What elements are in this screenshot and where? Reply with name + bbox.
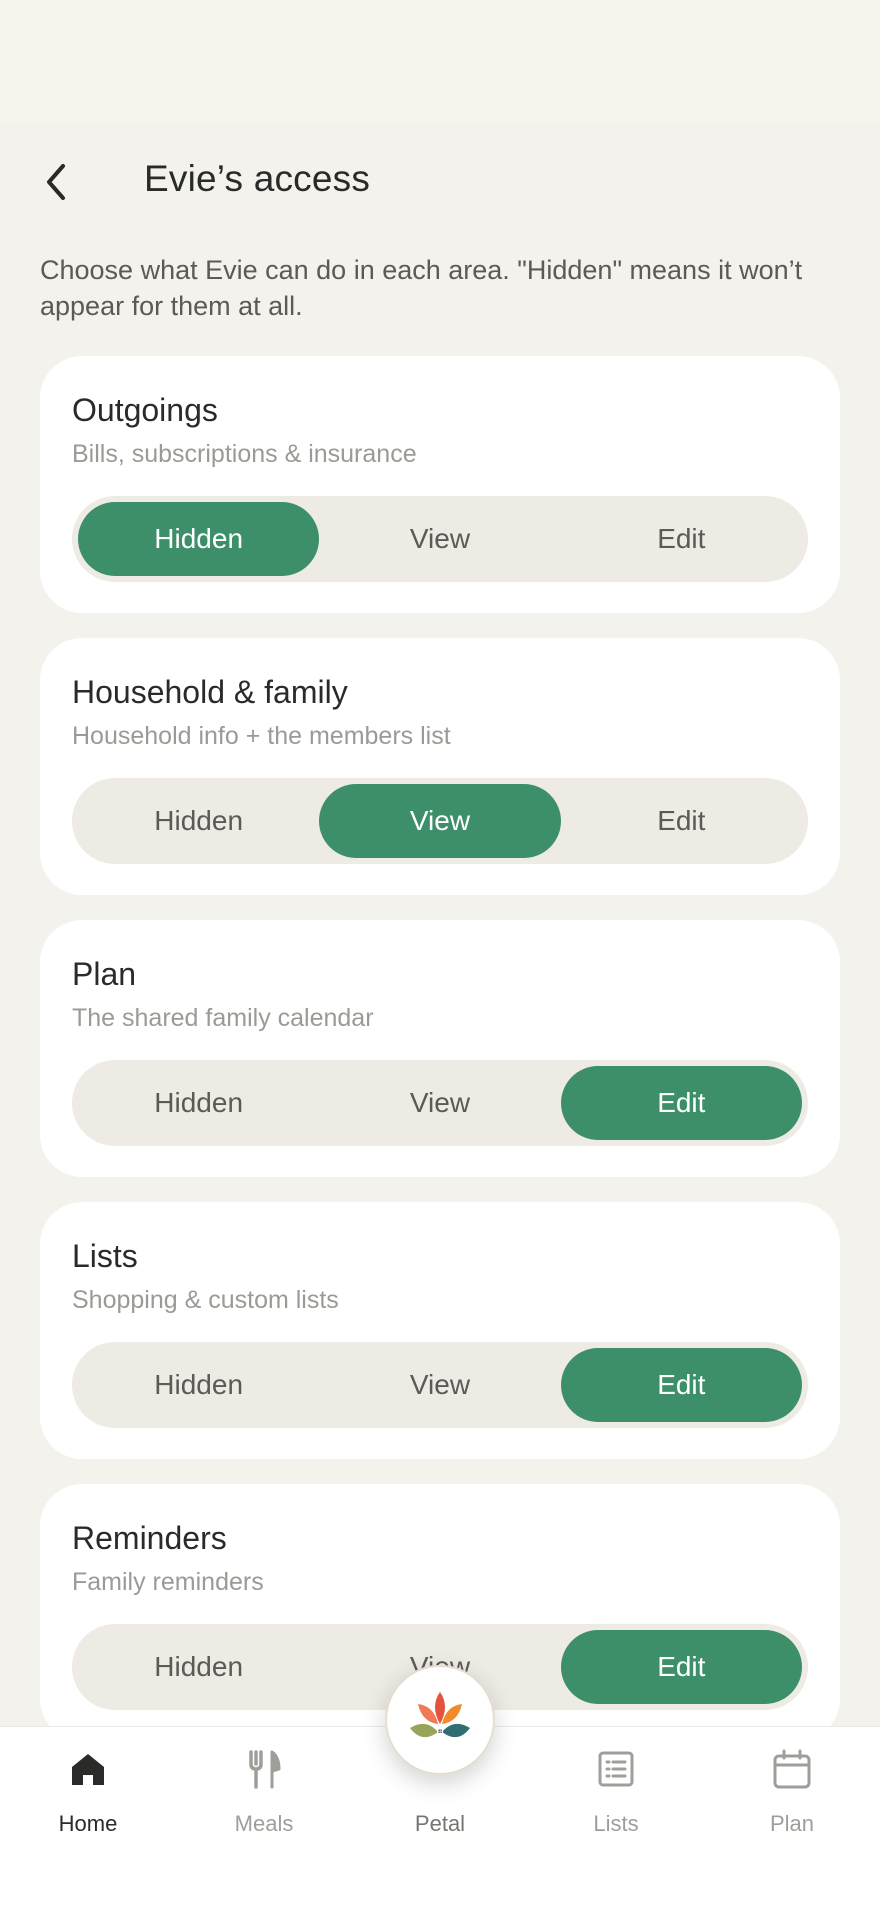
page-title: Evie’s access xyxy=(144,158,371,199)
fork-knife-icon xyxy=(249,1750,281,1789)
card-title: Outgoings xyxy=(72,392,218,428)
option-view[interactable]: View xyxy=(319,1066,560,1140)
access-level-selector: Hidden View Edit xyxy=(72,1342,808,1428)
option-hidden[interactable]: Hidden xyxy=(78,502,320,576)
access-card-outgoings: Outgoings Bills, subscriptions & insuran… xyxy=(40,356,840,613)
card-subtitle: Shopping & custom lists xyxy=(72,1286,339,1314)
option-edit[interactable]: Edit xyxy=(561,784,802,858)
access-card-household: Household & family Household info + the … xyxy=(40,638,840,895)
chevron-left-icon xyxy=(47,164,65,200)
access-cards: Outgoings Bills, subscriptions & insuran… xyxy=(40,356,840,1766)
access-level-selector: Hidden View Edit xyxy=(72,1060,808,1146)
petal-logo-icon xyxy=(410,1692,470,1738)
access-card-lists: Lists Shopping & custom lists Hidden Vie… xyxy=(40,1202,840,1459)
option-edit[interactable]: Edit xyxy=(560,1066,802,1140)
nav-label: Meals xyxy=(234,1811,294,1836)
option-edit[interactable]: Edit xyxy=(560,1630,802,1704)
nav-label: Plan xyxy=(769,1811,815,1836)
option-view[interactable]: View xyxy=(319,502,560,576)
option-hidden[interactable]: Hidden xyxy=(78,1630,319,1704)
option-view[interactable]: View xyxy=(319,1348,560,1422)
option-hidden[interactable]: Hidden xyxy=(78,1348,319,1422)
nav-lists[interactable]: Lists xyxy=(546,1727,686,1837)
option-hidden[interactable]: Hidden xyxy=(78,784,319,858)
option-hidden[interactable]: Hidden xyxy=(78,1066,319,1140)
access-level-selector: Hidden View Edit xyxy=(72,496,808,582)
back-button[interactable] xyxy=(30,152,82,212)
nav-label: Petal xyxy=(414,1811,466,1836)
card-subtitle: The shared family calendar xyxy=(72,1004,374,1032)
header: Evie’s access xyxy=(0,122,880,240)
nav-label: Home xyxy=(58,1811,118,1836)
option-edit[interactable]: Edit xyxy=(560,1348,802,1422)
list-icon xyxy=(598,1751,634,1787)
status-bar-area xyxy=(0,0,880,122)
option-edit[interactable]: Edit xyxy=(561,502,802,576)
card-title: Reminders xyxy=(72,1520,227,1556)
card-subtitle: Household info + the members list xyxy=(72,722,451,750)
calendar-icon xyxy=(773,1749,811,1789)
nav-label: Lists xyxy=(593,1811,639,1836)
nav-plan[interactable]: Plan xyxy=(722,1727,862,1837)
nav-meals[interactable]: Meals xyxy=(194,1727,334,1837)
card-subtitle: Bills, subscriptions & insurance xyxy=(72,440,417,468)
nav-home[interactable]: Home xyxy=(18,1727,158,1837)
option-view[interactable]: View xyxy=(319,784,561,858)
petal-button[interactable] xyxy=(385,1665,495,1775)
access-card-plan: Plan The shared family calendar Hidden V… xyxy=(40,920,840,1177)
card-title: Lists xyxy=(72,1238,138,1274)
card-title: Plan xyxy=(72,956,137,992)
access-level-selector: Hidden View Edit xyxy=(72,778,808,864)
home-icon xyxy=(72,1754,104,1785)
card-title: Household & family xyxy=(72,674,348,710)
card-subtitle: Family reminders xyxy=(72,1568,264,1596)
intro-text: Choose what Evie can do in each area. "H… xyxy=(40,255,803,321)
